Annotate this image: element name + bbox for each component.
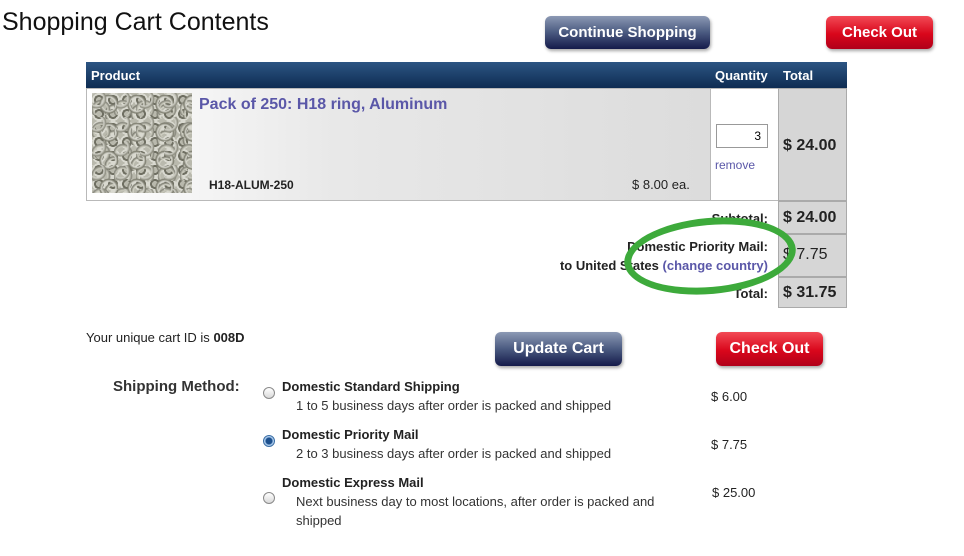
unit-price: $ 8.00 ea. (632, 177, 690, 192)
remove-link[interactable]: remove (715, 158, 755, 172)
quantity-input[interactable] (716, 124, 768, 148)
option-price-standard: $ 6.00 (711, 389, 748, 404)
total-value: $ 31.75 (783, 284, 837, 301)
option-desc-express-line2: shipped (296, 513, 342, 528)
option-price-express: $ 25.00 (712, 485, 756, 500)
subtotal-value: $ 24.00 (783, 209, 837, 226)
annotation-highlight-ring (621, 210, 799, 302)
product-thumbnail[interactable] (92, 93, 192, 193)
header-total: Total (783, 68, 814, 83)
option-title-standard: Domestic Standard Shipping (282, 379, 460, 394)
page-title: Shopping Cart Contents (2, 8, 269, 36)
check-out-button-top[interactable]: Check Out (826, 16, 933, 49)
option-title-priority: Domestic Priority Mail (282, 427, 419, 442)
option-price-priority: $ 7.75 (711, 437, 748, 452)
continue-shopping-button[interactable]: Continue Shopping (545, 16, 710, 49)
option-desc-standard: 1 to 5 business days after order is pack… (296, 398, 612, 413)
product-name-link[interactable]: Pack of 250: H18 ring, Aluminum (199, 96, 447, 114)
option-desc-priority: 2 to 3 business days after order is pack… (296, 446, 612, 461)
cart-id: Your unique cart ID is 008D (86, 330, 245, 345)
radio-standard-shipping[interactable] (263, 387, 275, 399)
header-quantity: Quantity (715, 68, 768, 83)
header-product: Product (91, 68, 141, 83)
cart-id-label: Your unique cart ID is (86, 330, 210, 345)
radio-express-mail[interactable] (263, 492, 275, 504)
radio-priority-mail[interactable] (263, 435, 275, 447)
product-sku: H18-ALUM-250 (209, 178, 294, 192)
option-desc-express-line1: Next business day to most locations, aft… (296, 494, 655, 509)
line-total: $ 24.00 (783, 137, 837, 154)
check-out-button-bottom[interactable]: Check Out (716, 332, 823, 366)
option-title-express: Domestic Express Mail (282, 475, 424, 490)
shipping-method-label: Shipping Method: (113, 378, 240, 395)
cart-id-value: 008D (213, 330, 245, 345)
update-cart-button[interactable]: Update Cart (495, 332, 622, 366)
